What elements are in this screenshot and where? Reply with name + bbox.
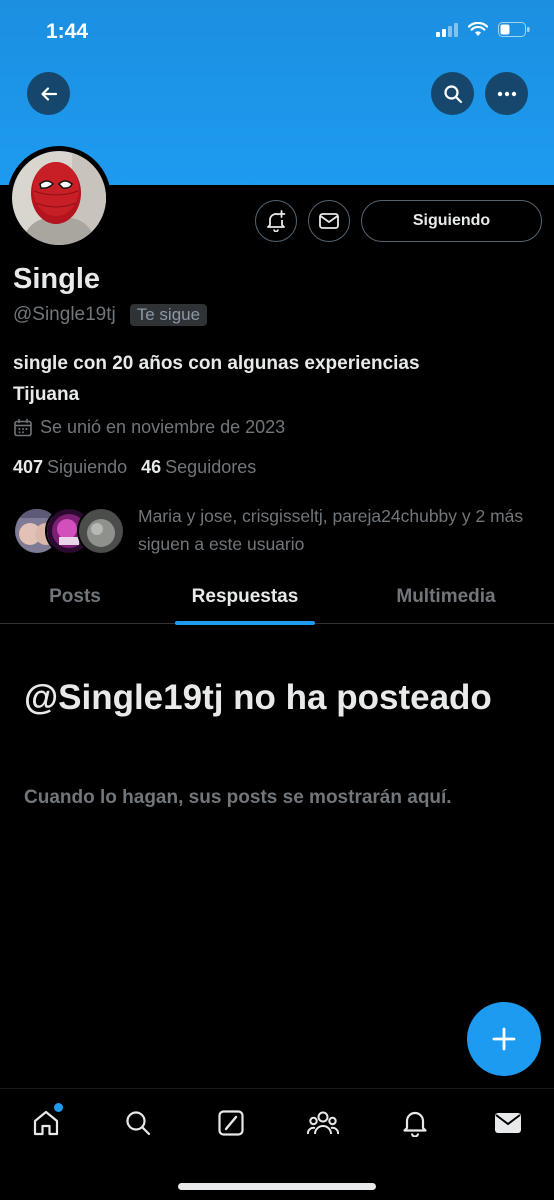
battery-icon — [498, 22, 530, 37]
home-indicator — [178, 1183, 376, 1190]
tab-multimedia[interactable]: Multimedia — [340, 570, 552, 624]
following-stat[interactable]: 407 Siguiendo — [13, 457, 127, 478]
profile-bio: single con 20 años con algunas experienc… — [13, 348, 543, 410]
profile-tabs: Posts Respuestas Multimedia — [0, 570, 554, 625]
following-button[interactable]: Siguiendo — [361, 200, 542, 242]
mail-icon — [495, 1113, 521, 1133]
search-icon — [443, 84, 462, 103]
followers-you-know[interactable]: Maria y jose, crisgisseltj, pareja24chub… — [13, 502, 548, 558]
tab-label: Posts — [49, 586, 101, 607]
followers-stat[interactable]: 46 Seguidores — [141, 457, 256, 478]
tab-respuestas[interactable]: Respuestas — [150, 570, 340, 625]
nav-messages[interactable] — [485, 1103, 531, 1143]
notification-dot — [54, 1103, 63, 1112]
back-button[interactable] — [27, 72, 70, 115]
status-time: 1:44 — [46, 20, 89, 43]
empty-state-title: @Single19tj no ha posteado — [24, 678, 492, 717]
plus-icon — [492, 1027, 516, 1051]
nav-grok[interactable] — [208, 1103, 254, 1143]
header-search-button[interactable] — [431, 72, 474, 115]
nav-search[interactable] — [115, 1103, 161, 1143]
followers-label: Seguidores — [165, 457, 257, 477]
status-icons — [436, 22, 530, 37]
wifi-icon — [468, 22, 488, 36]
message-button[interactable] — [308, 200, 350, 242]
mail-icon — [319, 213, 339, 229]
tab-label: Multimedia — [396, 586, 496, 607]
grok-icon — [218, 1110, 244, 1136]
follow-stats: 407 Siguiendo 46 Seguidores — [13, 457, 256, 478]
handle-row: @Single19tj Te sigue — [13, 304, 208, 326]
nav-communities[interactable] — [300, 1103, 346, 1143]
more-options-button[interactable] — [485, 72, 528, 115]
following-count: 407 — [13, 457, 44, 477]
tab-label: Respuestas — [191, 586, 299, 607]
nav-home[interactable] — [23, 1103, 69, 1143]
home-icon — [33, 1110, 59, 1136]
empty-state-subtitle: Cuando lo hagan, sus posts se mostrarán … — [24, 787, 452, 808]
profile-avatar[interactable] — [7, 146, 111, 250]
followers-count: 46 — [141, 457, 162, 477]
profile-handle: @Single19tj — [13, 304, 116, 325]
follows-you-badge: Te sigue — [129, 304, 208, 326]
bio-line: single con 20 años con algunas experienc… — [13, 353, 420, 374]
mutual-avatar — [77, 507, 125, 555]
followers-you-know-text: Maria y jose, crisgisseltj, pareja24chub… — [138, 506, 524, 554]
status-bar: 1:44 — [0, 0, 554, 66]
bell-icon — [403, 1111, 427, 1137]
signal-icon — [436, 22, 458, 37]
bell-plus-icon — [267, 210, 286, 232]
back-arrow-icon — [40, 86, 57, 101]
calendar-icon — [14, 418, 32, 436]
search-icon — [126, 1111, 151, 1136]
mutual-avatars — [13, 507, 125, 555]
bio-line: Tijuana — [13, 384, 80, 405]
joined-text: Se unió en noviembre de 2023 — [40, 417, 286, 437]
display-name: Single — [13, 263, 101, 295]
more-icon — [497, 91, 516, 96]
joined-date: Se unió en noviembre de 2023 — [13, 417, 285, 438]
notify-button[interactable] — [255, 200, 297, 242]
following-label: Siguiendo — [47, 457, 128, 477]
compose-button[interactable] — [467, 1002, 541, 1076]
avatar-image — [12, 151, 106, 245]
communities-icon — [307, 1111, 339, 1135]
active-tab-indicator — [175, 621, 315, 625]
nav-notifications[interactable] — [392, 1103, 438, 1143]
tab-posts[interactable]: Posts — [0, 570, 150, 624]
